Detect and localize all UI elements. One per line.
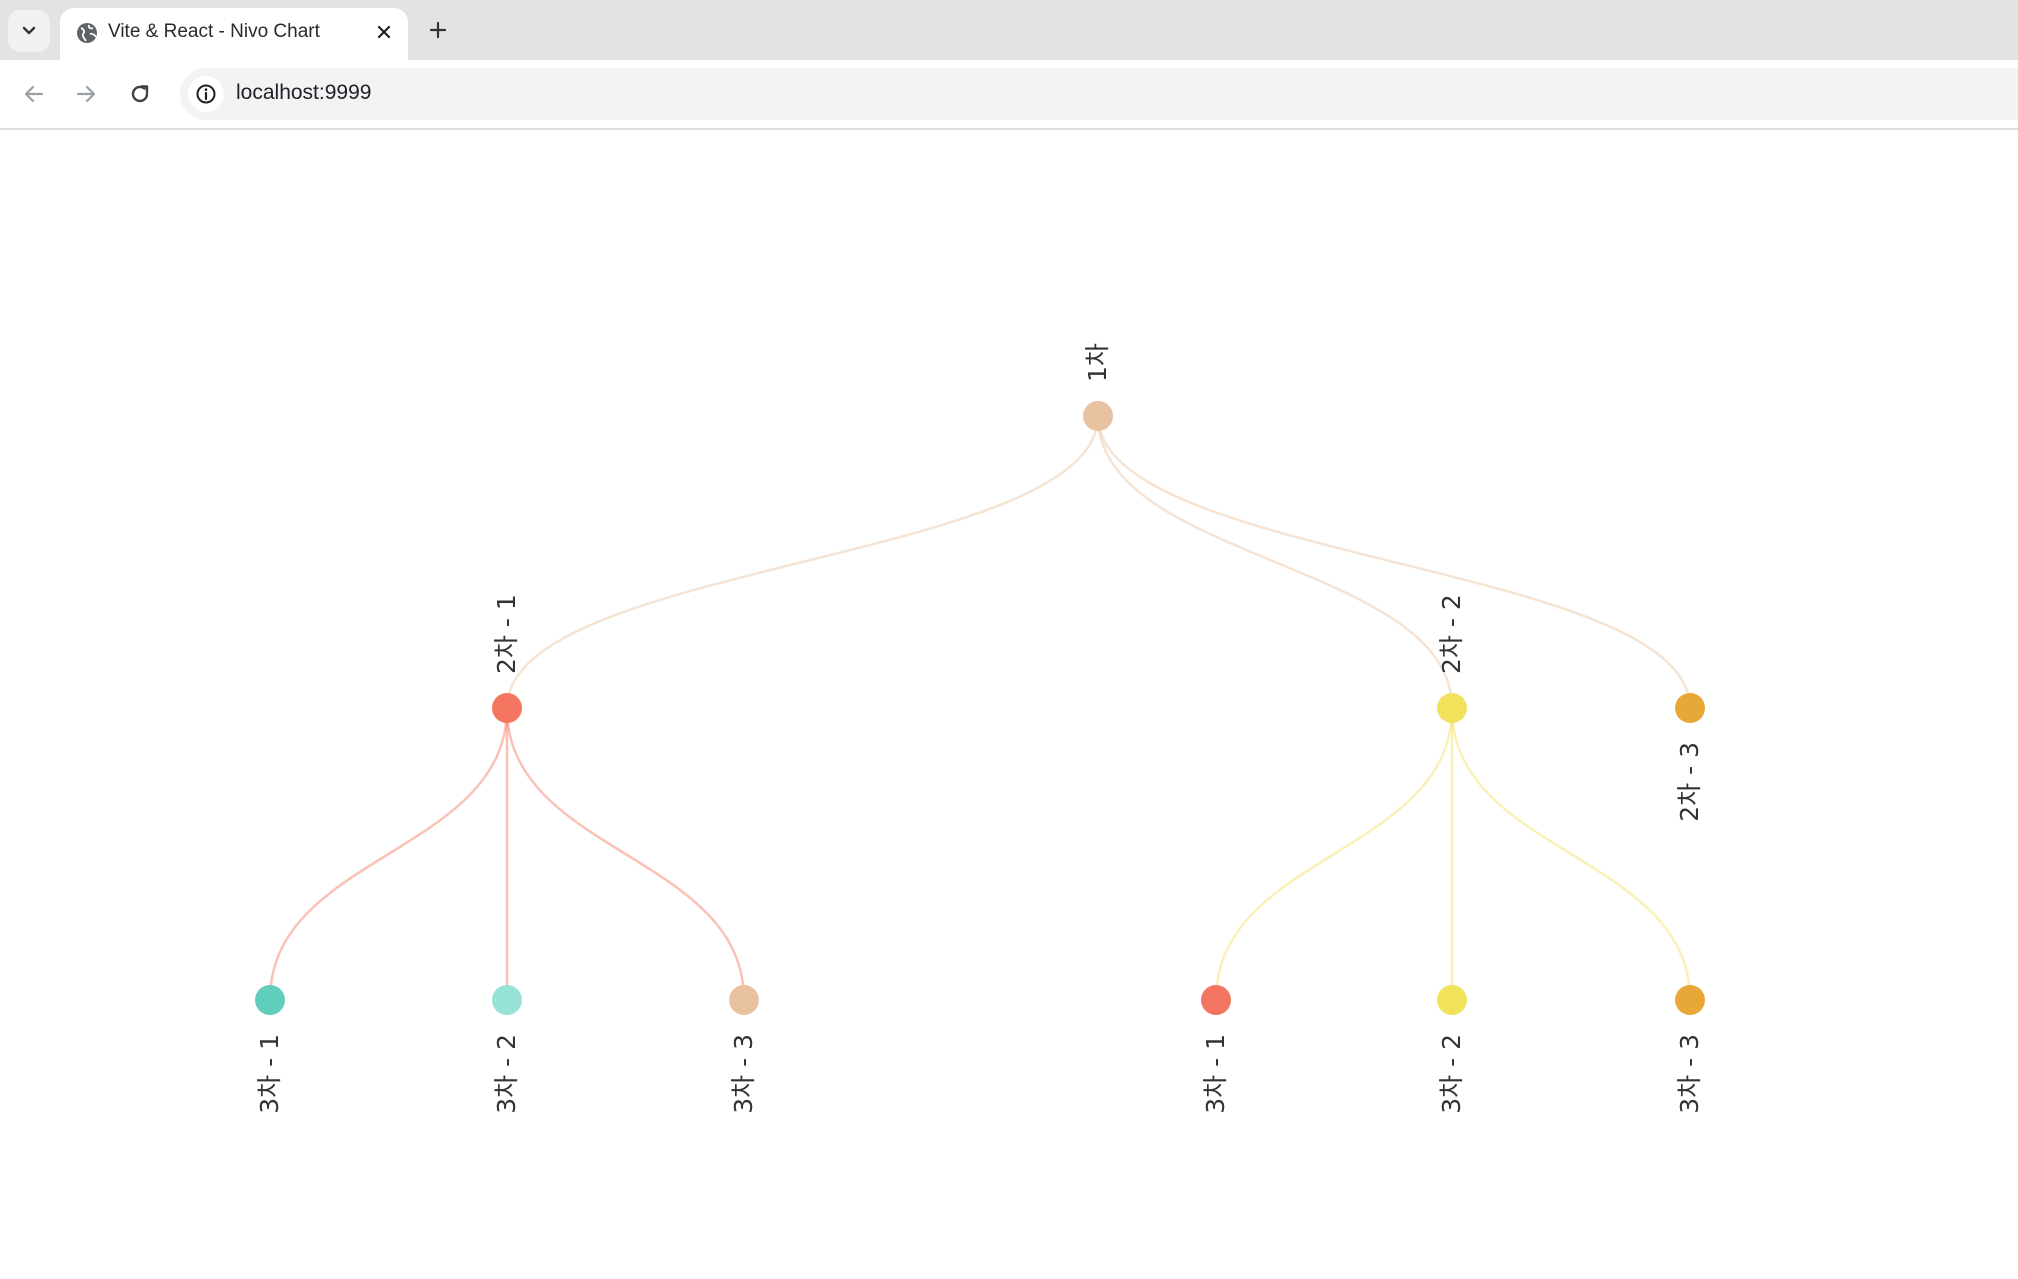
tree-node-label: 2차 - 2 — [1437, 594, 1466, 674]
new-tab-button[interactable] — [420, 12, 456, 48]
address-bar[interactable]: localhost:9999 — [180, 68, 2018, 120]
browser-toolbar: localhost:9999 — [0, 60, 2018, 130]
tree-node-leaf[interactable] — [1437, 985, 1467, 1015]
tree-node[interactable] — [1437, 693, 1467, 723]
tree-node-leaf[interactable] — [729, 985, 759, 1015]
tree-links — [268, 415, 1692, 1001]
plus-icon — [429, 21, 447, 39]
tree-node-label: 3차 - 1 — [1201, 1034, 1230, 1114]
site-info-button[interactable] — [188, 76, 224, 112]
tree-node-label: 3차 - 3 — [729, 1034, 758, 1114]
tree-link — [1450, 707, 1692, 1001]
info-icon — [196, 84, 216, 104]
tree-node-leaf[interactable] — [1675, 985, 1705, 1015]
tree-node-leaf[interactable] — [492, 985, 522, 1015]
url-text: localhost:9999 — [236, 81, 372, 104]
tree-labels: 1차 2차 - 1 3차 - 1 3차 - 2 3차 - 3 2차 - 2 3차 - 1 3차… — [255, 343, 1704, 1114]
tree-node-label: 1차 — [1083, 343, 1112, 382]
close-icon — [377, 25, 391, 39]
chevron-down-icon — [22, 26, 36, 35]
tree-node-label: 3차 - 1 — [255, 1034, 284, 1114]
forward-button[interactable] — [64, 72, 108, 116]
tree-link — [1096, 415, 1692, 709]
tree-node-root[interactable] — [1083, 401, 1113, 431]
tree-link — [505, 415, 1100, 709]
tab-title: Vite & React - Nivo Chart — [108, 21, 320, 42]
reload-button[interactable] — [118, 72, 162, 116]
tree-node-label: 3차 - 3 — [1675, 1034, 1704, 1114]
tab-list-button[interactable] — [8, 10, 50, 52]
reload-icon — [131, 85, 149, 103]
arrow-left-icon — [24, 85, 44, 103]
tree-link — [1214, 707, 1454, 1001]
tree-node-leaf[interactable] — [1201, 985, 1231, 1015]
tree-node[interactable] — [1675, 693, 1705, 723]
tab-close-button[interactable] — [370, 18, 398, 46]
tree-node-label: 3차 - 2 — [1437, 1034, 1466, 1114]
tree-nodes — [255, 401, 1705, 1015]
browser-tab[interactable]: Vite & React - Nivo Chart — [60, 8, 408, 60]
tree-node-label: 2차 - 3 — [1675, 742, 1704, 822]
arrow-right-icon — [76, 85, 96, 103]
tree-node[interactable] — [492, 693, 522, 723]
tree-node-label: 2차 - 1 — [492, 594, 521, 674]
tab-strip: Vite & React - Nivo Chart — [0, 0, 2018, 60]
tree-link — [505, 707, 746, 1001]
tree-link — [268, 707, 509, 1001]
globe-icon — [77, 23, 97, 43]
tree-chart: 1차 2차 - 1 3차 - 1 3차 - 2 3차 - 3 2차 - 2 3차 - 1 3차… — [255, 343, 1705, 1114]
tree-node-label: 3차 - 2 — [492, 1034, 521, 1114]
tree-node-leaf[interactable] — [255, 985, 285, 1015]
back-button[interactable] — [12, 72, 56, 116]
page-viewport: 1차 2차 - 1 3차 - 1 3차 - 2 3차 - 3 2차 - 2 3차 - 1 3차… — [0, 130, 2018, 1275]
